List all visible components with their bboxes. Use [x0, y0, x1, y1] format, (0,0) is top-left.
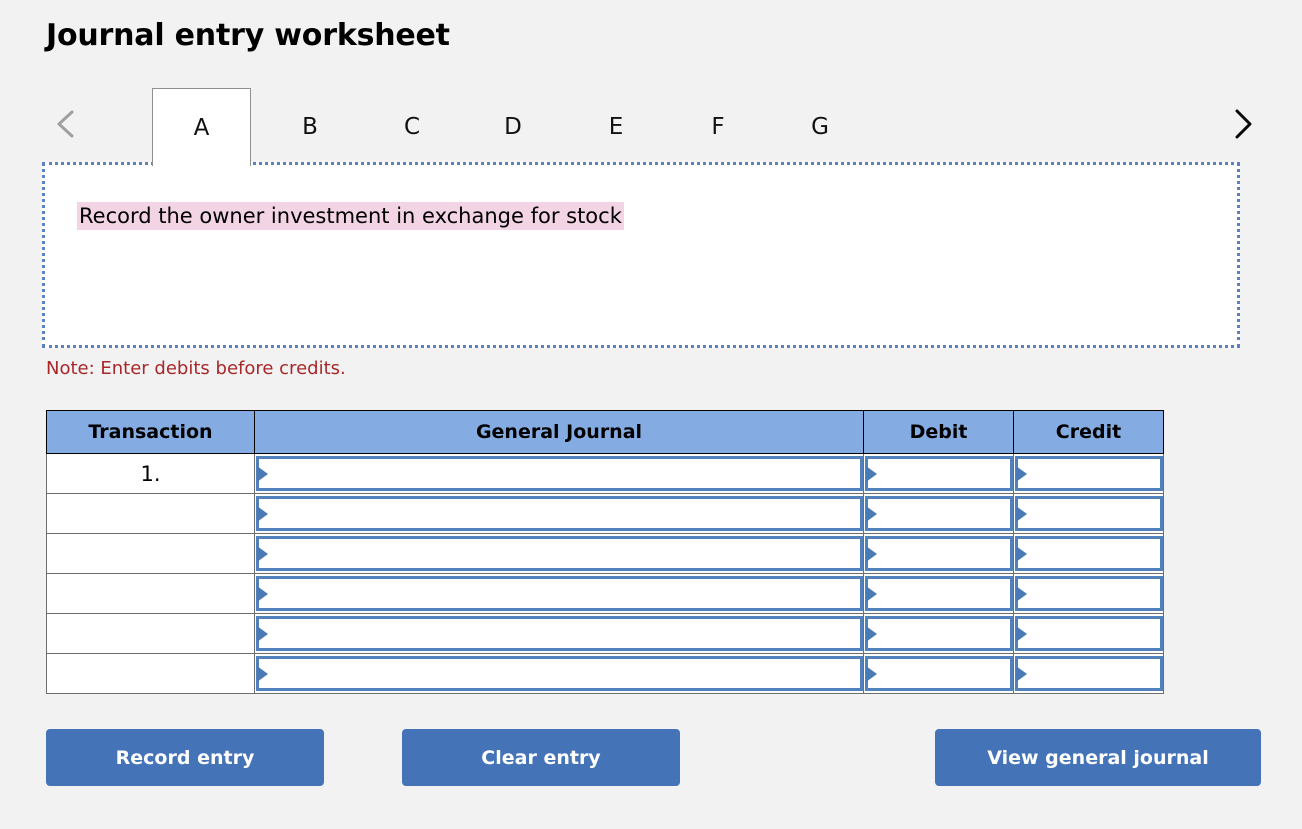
tab-b[interactable]: B	[277, 88, 343, 166]
credit-input-cell	[1013, 653, 1164, 694]
general-journal-input-cell	[254, 653, 864, 694]
tab-c[interactable]: C	[379, 88, 445, 166]
credit-input[interactable]	[1015, 496, 1163, 531]
transaction-number-cell	[46, 653, 255, 694]
debit-input-cell	[863, 613, 1014, 654]
transaction-number-cell	[46, 613, 255, 654]
debit-input[interactable]	[865, 616, 1013, 651]
previous-tab-button[interactable]	[44, 88, 88, 160]
chevron-left-icon	[53, 108, 79, 140]
debit-input[interactable]	[865, 656, 1013, 691]
transaction-number-cell	[46, 573, 255, 614]
debit-input[interactable]	[865, 496, 1013, 531]
table-row	[46, 653, 1164, 694]
table-row	[46, 493, 1164, 534]
column-header-debit: Debit	[863, 410, 1014, 454]
credit-input-cell	[1013, 493, 1164, 534]
tab-g[interactable]: G	[787, 88, 853, 166]
general-journal-input-cell	[254, 613, 864, 654]
general-journal-input[interactable]	[256, 656, 863, 691]
general-journal-input-cell	[254, 533, 864, 574]
credit-input[interactable]	[1015, 576, 1163, 611]
journal-entry-table: Transaction General Journal Debit Credit…	[46, 410, 1164, 694]
debit-input-cell	[863, 573, 1014, 614]
debit-input-cell	[863, 493, 1014, 534]
tab-f[interactable]: F	[685, 88, 751, 166]
general-journal-input-cell	[254, 493, 864, 534]
general-journal-input[interactable]	[256, 616, 863, 651]
tab-a[interactable]: A	[152, 88, 251, 166]
debit-input[interactable]	[865, 456, 1013, 491]
transaction-number-cell	[46, 533, 255, 574]
next-tab-button[interactable]	[1220, 88, 1264, 160]
debit-input[interactable]	[865, 536, 1013, 571]
credit-input[interactable]	[1015, 536, 1163, 571]
table-row	[46, 533, 1164, 574]
page-title: Journal entry worksheet	[46, 18, 450, 53]
general-journal-input[interactable]	[256, 456, 863, 491]
tab-e[interactable]: E	[583, 88, 649, 166]
general-journal-input[interactable]	[256, 496, 863, 531]
credit-input[interactable]	[1015, 656, 1163, 691]
general-journal-input-cell	[254, 453, 864, 494]
credit-input[interactable]	[1015, 616, 1163, 651]
column-header-credit: Credit	[1013, 410, 1164, 454]
general-journal-input[interactable]	[256, 536, 863, 571]
transaction-number-cell: 1.	[46, 453, 255, 494]
table-body: 1.	[46, 453, 1164, 694]
instruction-panel: Record the owner investment in exchange …	[42, 162, 1240, 348]
general-journal-input-cell	[254, 573, 864, 614]
tab-d[interactable]: D	[480, 88, 546, 166]
note-text: Note: Enter debits before credits.	[46, 358, 346, 379]
table-row	[46, 573, 1164, 614]
table-row: 1.	[46, 453, 1164, 494]
view-general-journal-button[interactable]: View general journal	[935, 729, 1261, 786]
credit-input-cell	[1013, 613, 1164, 654]
instruction-text: Record the owner investment in exchange …	[77, 202, 624, 231]
chevron-right-icon	[1229, 107, 1255, 141]
column-header-general-journal: General Journal	[254, 410, 864, 454]
debit-input-cell	[863, 453, 1014, 494]
credit-input[interactable]	[1015, 456, 1163, 491]
table-header-row: Transaction General Journal Debit Credit	[46, 410, 1164, 454]
clear-entry-button[interactable]: Clear entry	[402, 729, 680, 786]
tab-strip: ABCDEFG	[44, 88, 1258, 166]
credit-input-cell	[1013, 533, 1164, 574]
credit-input-cell	[1013, 453, 1164, 494]
transaction-number-cell	[46, 493, 255, 534]
debit-input-cell	[863, 653, 1014, 694]
record-entry-button[interactable]: Record entry	[46, 729, 324, 786]
table-row	[46, 613, 1164, 654]
debit-input-cell	[863, 533, 1014, 574]
general-journal-input[interactable]	[256, 576, 863, 611]
debit-input[interactable]	[865, 576, 1013, 611]
credit-input-cell	[1013, 573, 1164, 614]
column-header-transaction: Transaction	[46, 410, 255, 454]
